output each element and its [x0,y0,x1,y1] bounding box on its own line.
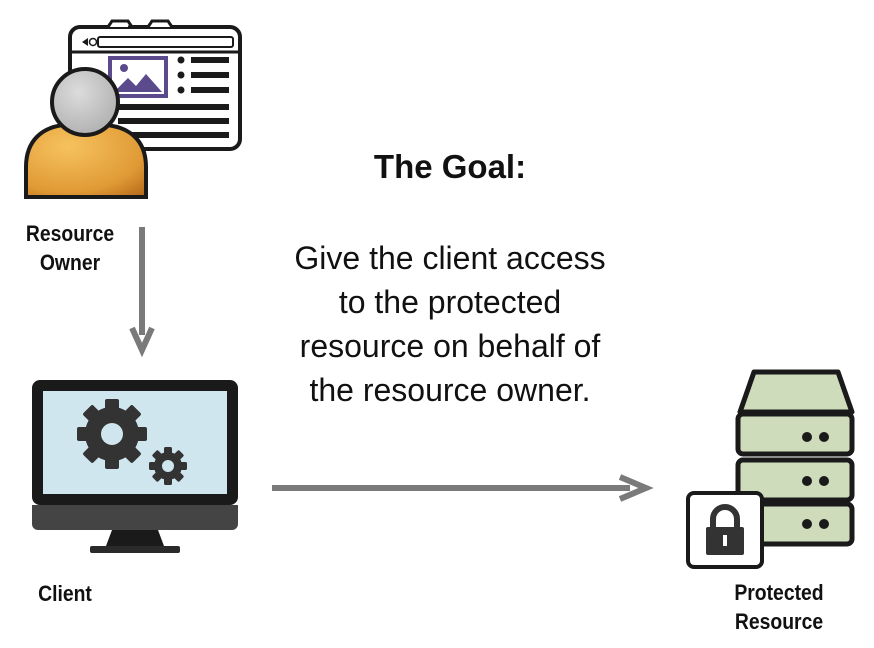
gear-large-icon [77,399,147,469]
arrow-client-to-resource [272,474,654,502]
gear-small-icon [149,447,187,485]
resource-owner-label: Resource Owner [17,219,123,277]
goal-title: The Goal: [373,148,527,185]
protected-resource-label-line1: Protected [734,580,824,605]
goal-line-4: the resource owner. [309,372,591,408]
resource-owner-icon [24,19,242,199]
resource-owner-label-line2: Owner [39,250,101,275]
protected-resource-label: Protected Resource [722,578,836,636]
client-monitor-icon [32,380,238,553]
resource-owner-label-line1: Resource [25,221,115,246]
goal-line-3: resource on behalf of [299,328,601,364]
goal-line-2: to the protected [338,284,562,320]
protected-resource-icon [686,369,855,569]
arrow-owner-to-client [129,227,155,358]
goal-line-1: Give the client access [294,240,606,276]
goal-description: Give the client access to the protected … [250,236,650,412]
protected-resource-label-line2: Resource [734,609,824,634]
lock-icon [686,491,764,569]
client-label: Client [38,581,92,606]
